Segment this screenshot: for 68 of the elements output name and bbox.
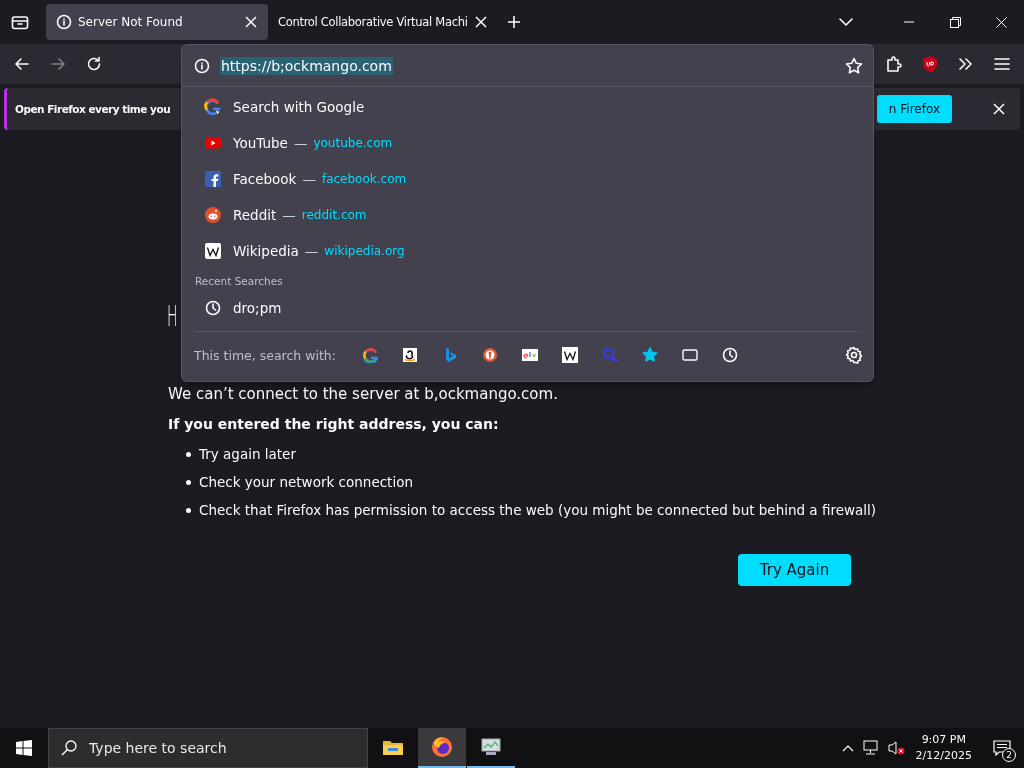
tab-icon[interactable] xyxy=(681,347,698,363)
browser-tab[interactable]: Control Collaborative Virtual Machi xyxy=(268,4,494,40)
e-logo-icon[interactable] xyxy=(521,347,538,363)
clock-icon[interactable] xyxy=(721,347,738,363)
message-icon xyxy=(993,740,1011,756)
clock-date: 2/12/2025 xyxy=(915,748,972,764)
settings-icon[interactable] xyxy=(845,346,863,364)
one-off-label: This time, search with: xyxy=(194,347,336,363)
chevron-up-icon[interactable] xyxy=(841,744,854,752)
search-icon xyxy=(61,740,77,756)
close-icon[interactable] xyxy=(992,102,1006,116)
fox-globe-icon xyxy=(431,736,453,758)
chevron-down-icon[interactable] xyxy=(839,18,853,26)
monitor-icon xyxy=(480,737,502,757)
notification-text: Open Firefox every time you xyxy=(15,103,171,115)
back-icon[interactable] xyxy=(13,55,31,73)
recent-search-row[interactable]: dro;pm xyxy=(194,290,861,326)
suggestion-row[interactable]: Wikipedia — wikipedia.org xyxy=(194,233,861,269)
notification-count: 2 xyxy=(1002,748,1016,762)
menu-icon[interactable] xyxy=(994,57,1010,71)
bullet-icon xyxy=(186,479,191,485)
google-search-icon xyxy=(203,97,223,117)
overflow-icon[interactable] xyxy=(958,57,974,71)
facebook-icon xyxy=(205,171,221,187)
close-icon[interactable] xyxy=(473,15,488,29)
reload-icon[interactable] xyxy=(85,55,103,73)
search-input[interactable]: Type here to search xyxy=(87,739,355,757)
star-icon[interactable] xyxy=(641,347,658,363)
search-field[interactable]: Type here to search xyxy=(48,728,368,768)
tab-list-icon[interactable] xyxy=(11,14,29,30)
puzzle-icon[interactable] xyxy=(885,55,903,73)
suggestion-row[interactable]: Facebook — facebook.com xyxy=(194,161,861,197)
a-logo-icon[interactable] xyxy=(401,347,418,363)
play-icon xyxy=(205,135,221,151)
error-message: We can’t connect to the server at b,ockmango.com. xyxy=(168,384,559,404)
restore-icon[interactable] xyxy=(949,16,961,28)
clock-time: 9:07 PM xyxy=(921,732,966,748)
w-logo-icon xyxy=(205,243,221,259)
bullet-icon xyxy=(186,451,191,457)
bullet-icon xyxy=(186,507,191,513)
list-item-text: Try again later xyxy=(199,445,296,464)
suggestion-row[interactable]: Search with Google xyxy=(194,89,861,125)
duck-icon[interactable] xyxy=(481,347,498,363)
browser-tab[interactable]: Server Not Found xyxy=(46,4,268,40)
w-logo-icon[interactable] xyxy=(561,347,578,363)
close-icon[interactable] xyxy=(995,16,1007,28)
speaker-muted-icon[interactable] xyxy=(886,740,905,756)
info-icon xyxy=(56,14,72,30)
section-heading: Recent Searches xyxy=(195,275,284,289)
list-item-text: Check your network connection xyxy=(199,473,413,492)
folder-icon xyxy=(382,738,404,756)
new-tab-icon[interactable] xyxy=(506,15,521,29)
google-icon[interactable] xyxy=(361,347,378,363)
taskbar-app-button[interactable] xyxy=(418,728,466,768)
clock-icon xyxy=(205,300,221,316)
info-icon[interactable] xyxy=(194,57,210,74)
hint-text: If you entered the right address, you can: xyxy=(168,415,500,434)
suggestion-row[interactable]: YouTube — youtube.com xyxy=(194,125,861,161)
network-icon[interactable] xyxy=(862,740,881,756)
try-again-button[interactable]: Try Again xyxy=(738,554,851,586)
windows-start-icon[interactable] xyxy=(16,740,32,756)
suggestion-row[interactable]: Reddit — reddit.com xyxy=(194,197,861,233)
close-icon[interactable] xyxy=(244,15,258,29)
open-firefox-button[interactable]: n Firefox xyxy=(876,95,952,123)
alien-icon xyxy=(205,207,221,223)
shield-extension-icon[interactable] xyxy=(921,55,939,73)
list-item-text: Check that Firefox has permission to access the web (you might be connected but behind a firewall) xyxy=(199,501,877,520)
notification-center-button[interactable]: 2 xyxy=(980,728,1024,768)
